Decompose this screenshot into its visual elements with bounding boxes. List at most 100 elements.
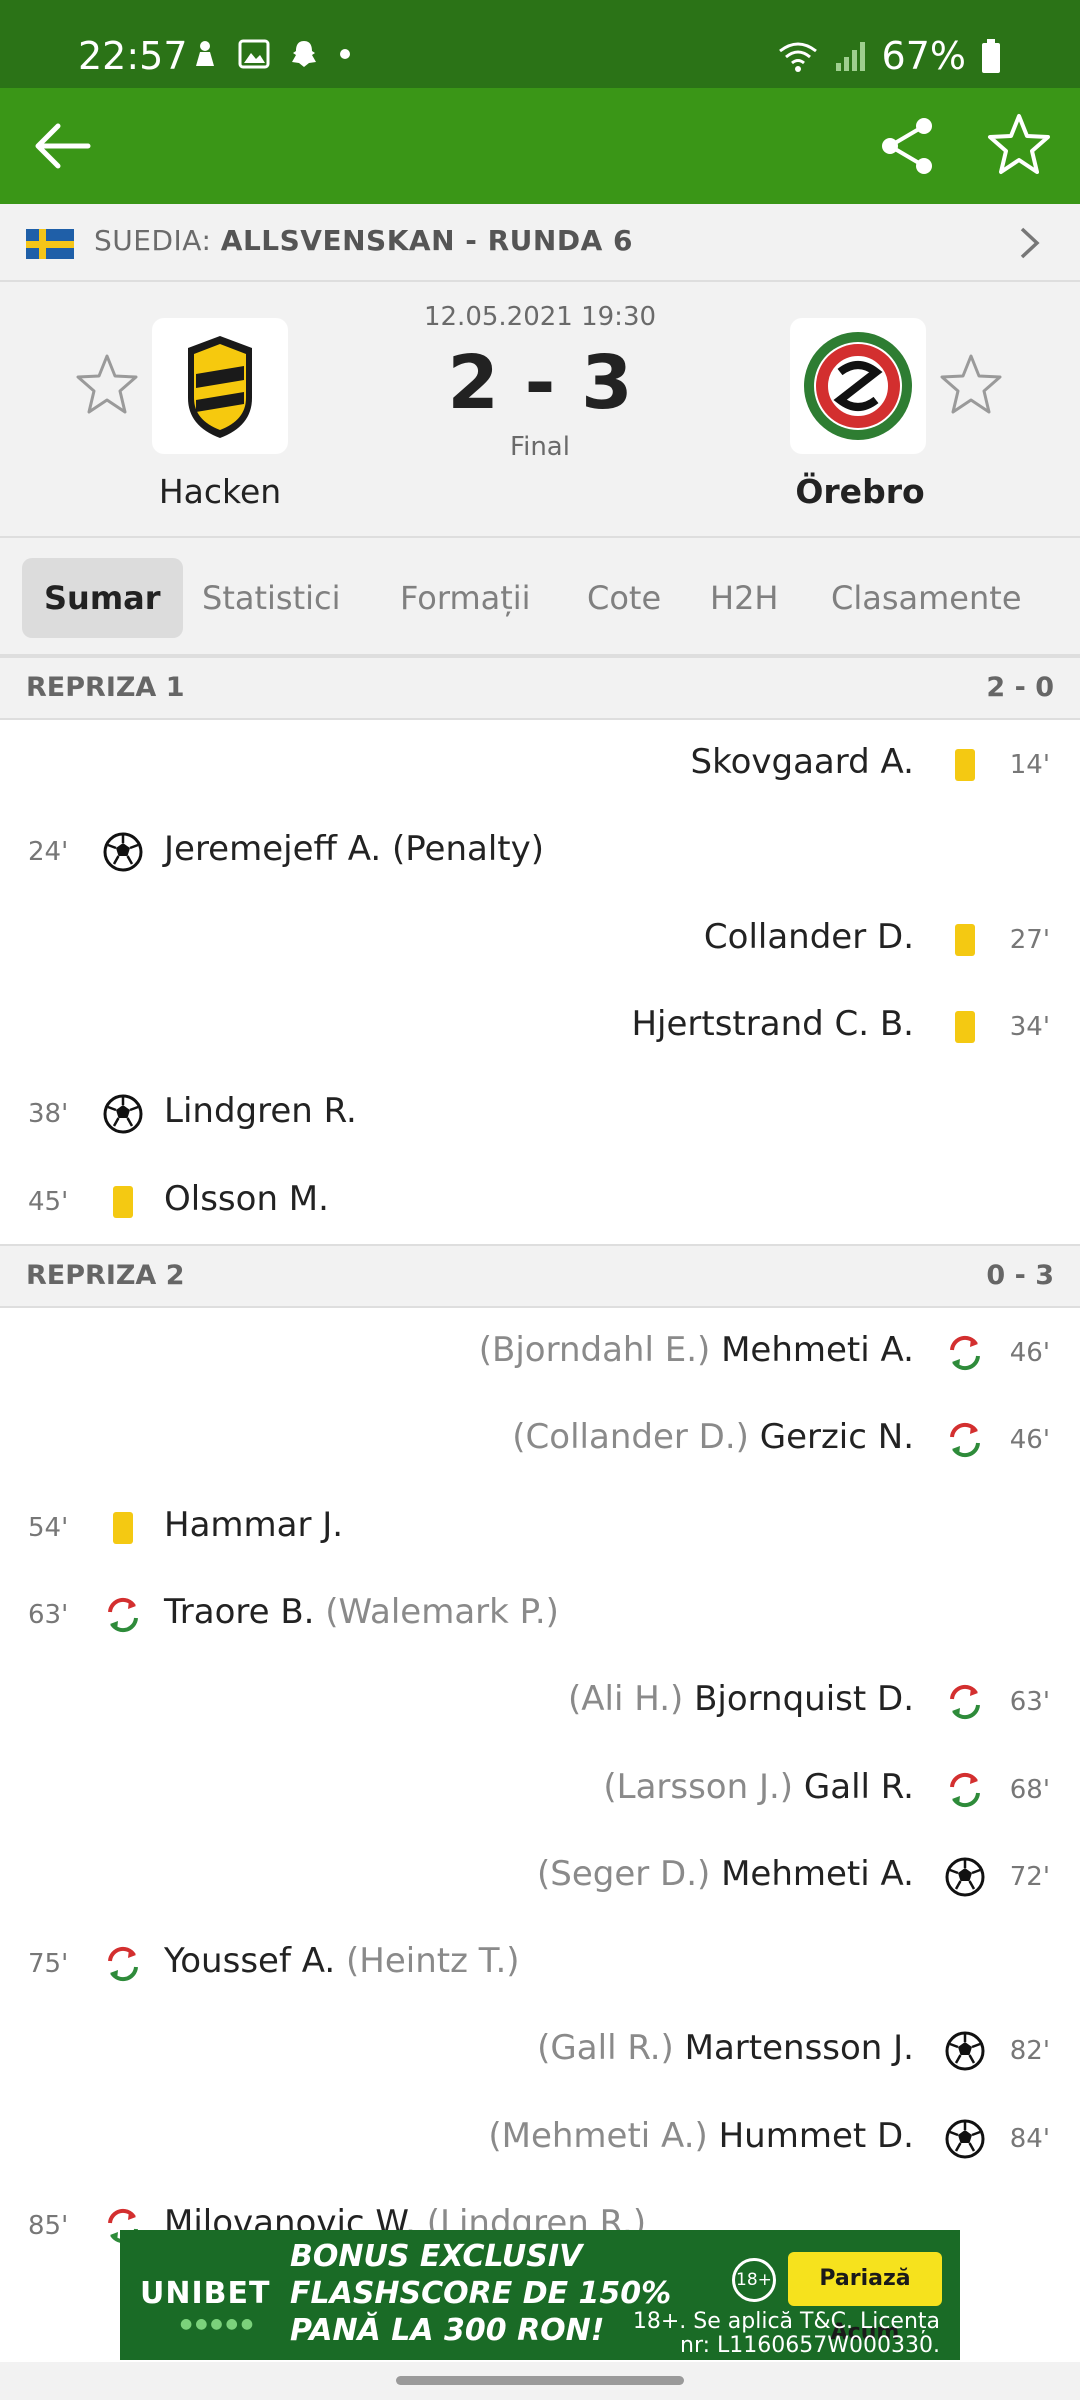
incident-player[interactable]: Hammar J.: [164, 1505, 343, 1545]
away-team-name[interactable]: Örebro: [740, 472, 980, 511]
yellow-card-icon: [944, 744, 986, 786]
status-right: 67%: [776, 34, 1002, 78]
ad-brand: UNIBET: [140, 2276, 271, 2311]
tab-sumar[interactable]: Sumar: [22, 558, 183, 638]
incident-player[interactable]: Gall R.: [804, 1767, 914, 1807]
incident-sub-player[interactable]: (Gall R.): [537, 2028, 674, 2068]
incident-minute: 27': [1009, 924, 1050, 955]
star-icon[interactable]: [986, 112, 1052, 178]
home-team-name[interactable]: Hacken: [100, 472, 340, 511]
soccer-ball-icon: [944, 2030, 986, 2072]
league-row[interactable]: SUEDIA: ALLSVENSKAN - RUNDA 6: [0, 204, 1080, 282]
incident-text: Lindgren R.: [164, 1091, 357, 1131]
yellow-card-icon: [944, 1006, 986, 1048]
tab-formatii[interactable]: Formații: [400, 558, 531, 638]
incident-text: Jeremejeff A. (Penalty): [164, 829, 544, 869]
tab-statistici[interactable]: Statistici: [202, 558, 341, 638]
tab-h2h[interactable]: H2H: [710, 558, 778, 638]
ad-headline-line: PANĂ LA 300 RON!: [290, 2313, 605, 2348]
incident-minute: 24': [28, 837, 69, 868]
match-tabs: Sumar Statistici Formații Cote H2H Clasa…: [0, 538, 1080, 656]
incident-text: (Ali H.) Bjornquist D.: [568, 1679, 914, 1719]
incident-text: Skovgaard A.: [691, 742, 914, 782]
status-time: 22:57: [78, 34, 188, 78]
away-incident-row: 27' Collander D.: [0, 897, 1080, 984]
incident-text: Youssef A. (Heintz T.): [164, 1941, 520, 1981]
ad-legal: 18+. Se aplică T&C. Licența nr: L1160657…: [633, 2310, 940, 2358]
incident-player[interactable]: Gerzic N.: [760, 1417, 914, 1457]
home-incident-row: 24' Jeremejeff A. (Penalty): [0, 809, 1080, 896]
match-header: Hacken 12.05.2021 19:30 2 - 3 Final Öreb…: [0, 282, 1080, 538]
incident-sub-player[interactable]: (Larsson J.): [603, 1767, 793, 1807]
incident-sub-player[interactable]: (Collander D.): [512, 1417, 749, 1457]
dot-icon: [340, 49, 350, 59]
away-incident-row: 72' (Seger D.) Mehmeti A.: [0, 1834, 1080, 1921]
substitution-icon: [944, 1769, 986, 1811]
period-score: 2 - 0: [986, 672, 1054, 703]
away-incident-row: 84' (Mehmeti A.) Hummet D.: [0, 2096, 1080, 2183]
away-team-logo[interactable]: [790, 318, 926, 454]
arrow-left-icon[interactable]: [30, 116, 94, 176]
substitution-icon: [944, 1419, 986, 1461]
incident-sub-player[interactable]: (Heintz T.): [346, 1941, 520, 1981]
incident-sub-player[interactable]: (Mehmeti A.): [488, 2116, 707, 2156]
period-header-1: REPRIZA 1 2 - 0: [0, 656, 1080, 720]
incident-player[interactable]: Hjertstrand C. B.: [631, 1004, 914, 1044]
incident-sub-player[interactable]: (Seger D.): [537, 1854, 710, 1894]
incident-player[interactable]: Mehmeti A.: [721, 1854, 914, 1894]
league-competition: ALLSVENSKAN - RUNDA 6: [220, 224, 633, 257]
incident-minute: 63': [1009, 1687, 1050, 1718]
ad-cta-button[interactable]: Pariază Acum: [788, 2252, 942, 2345]
incident-player[interactable]: Youssef A.: [164, 1941, 335, 1981]
home-incident-row: 38' Lindgren R.: [0, 1071, 1080, 1158]
incident-player[interactable]: Hummet D.: [719, 2116, 914, 2156]
period-score: 0 - 3: [986, 1260, 1054, 1291]
soccer-ball-icon: [944, 2118, 986, 2160]
chevron-right-icon: [1020, 227, 1040, 259]
ad-banner[interactable]: UNIBET ●●●●● BONUS EXCLUSIV FLASHSCORE D…: [120, 2230, 960, 2360]
incident-minute: 54': [28, 1512, 69, 1543]
incident-minute: 63': [28, 1599, 69, 1630]
ad-brand-dots-icon: ●●●●●: [180, 2316, 257, 2332]
gesture-nav-bar: [0, 2362, 1080, 2400]
incident-player[interactable]: Bjornquist D.: [694, 1679, 914, 1719]
substitution-icon: [102, 1594, 144, 1636]
soccer-ball-icon: [944, 1856, 986, 1898]
away-incident-row: 63' (Ali H.) Bjornquist D.: [0, 1659, 1080, 1746]
incident-text: (Bjorndahl E.) Mehmeti A.: [479, 1330, 914, 1370]
home-gesture-handle[interactable]: [396, 2376, 684, 2385]
away-incident-row: 46' (Collander D.) Gerzic N.: [0, 1397, 1080, 1484]
incident-player[interactable]: Mehmeti A.: [721, 1330, 914, 1370]
period-title: REPRIZA 2: [26, 1260, 185, 1291]
away-incident-row: 34' Hjertstrand C. B.: [0, 984, 1080, 1071]
snapchat-icon: [292, 41, 316, 67]
away-favorite-star-icon[interactable]: [938, 352, 1004, 418]
incident-player[interactable]: Traore B.: [164, 1592, 314, 1632]
incident-player[interactable]: Skovgaard A.: [691, 742, 914, 782]
incident-sub-player[interactable]: (Ali H.): [568, 1679, 683, 1719]
incident-player[interactable]: Martensson J.: [685, 2028, 914, 2068]
incident-player[interactable]: Lindgren R.: [164, 1091, 357, 1131]
away-incident-row: 46' (Bjorndahl E.) Mehmeti A.: [0, 1310, 1080, 1397]
incident-player[interactable]: Collander D.: [704, 917, 914, 957]
incident-player[interactable]: Jeremejeff A. (Penalty): [164, 829, 544, 869]
orebro-crest-icon: [804, 332, 912, 440]
incident-sub-player[interactable]: (Walemark P.): [325, 1592, 559, 1632]
away-incident-row: 82' (Gall R.) Martensson J.: [0, 2008, 1080, 2095]
soccer-ball-icon: [102, 1093, 144, 1135]
sweden-flag-icon: [26, 229, 74, 259]
ad-headline: BONUS EXCLUSIV FLASHSCORE DE 150% PANĂ L…: [290, 2238, 671, 2349]
incident-text: (Gall R.) Martensson J.: [537, 2028, 914, 2068]
incident-player[interactable]: Olsson M.: [164, 1179, 329, 1219]
incident-sub-player[interactable]: (Bjorndahl E.): [479, 1330, 711, 1370]
tab-clasamente[interactable]: Clasamente: [831, 558, 1022, 638]
tab-cote[interactable]: Cote: [587, 558, 661, 638]
incident-minute: 14': [1009, 750, 1050, 780]
incident-text: Traore B. (Walemark P.): [164, 1592, 559, 1632]
gallery-icon: [238, 39, 270, 69]
period-title: REPRIZA 1: [26, 672, 185, 703]
share-icon[interactable]: [876, 114, 940, 178]
incident-minute: 82': [1009, 2036, 1050, 2067]
incident-text: Collander D.: [704, 917, 914, 957]
incident-text: (Seger D.) Mehmeti A.: [537, 1854, 914, 1894]
